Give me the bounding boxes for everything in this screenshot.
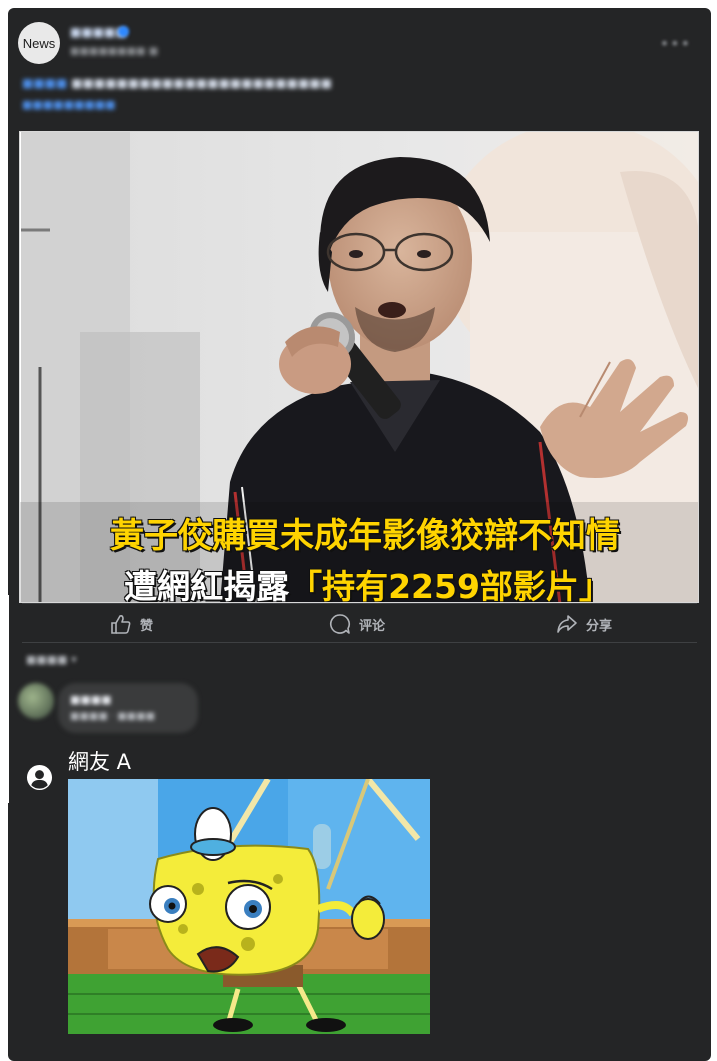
user-avatar-icon <box>26 764 53 791</box>
like-label: 赞 <box>140 618 154 634</box>
more-options-icon[interactable]: ••• <box>660 34 691 53</box>
post-timestamp[interactable]: ■■■■■■■■ ■ <box>70 46 158 57</box>
mocking-cartoon-illustration <box>68 779 430 1034</box>
meme-image[interactable] <box>68 779 430 1034</box>
share-arrow-icon <box>557 615 577 633</box>
post-header: News ■■■■■ ■■■■■■■■ ■ ••• ■■■■ ■■■■■■■■■… <box>8 8 711 128</box>
verified-badge-icon <box>118 26 129 37</box>
comment-label: 评论 <box>359 618 386 634</box>
comments-sort-dropdown[interactable]: ■■■■ ▾ <box>26 653 77 666</box>
headline-line-1: 黃子佼購買未成年影像狡辯不知情 <box>110 516 620 556</box>
share-button[interactable]: 分享 <box>556 612 612 636</box>
post-card: News ■■■■■ ■■■■■■■■ ■ ••• ■■■■ ■■■■■■■■■… <box>8 8 711 1061</box>
divider-top <box>22 603 697 604</box>
edge-patch-left <box>0 595 9 803</box>
divider-bottom <box>22 642 697 643</box>
headline-line-2-white: 遭網紅揭露 <box>124 567 290 603</box>
blurred-comment-author[interactable]: ■■■■ <box>70 693 112 706</box>
caption-link[interactable]: ■■■■■■■■■ <box>22 98 116 111</box>
page-avatar[interactable]: News <box>18 22 60 64</box>
news-photo[interactable]: 黃子佼購買未成年影像狡辯不知情 遭網紅揭露「持有2259部影片」 <box>19 131 699 603</box>
share-label: 分享 <box>586 618 613 634</box>
blurred-comment-text: ■■■■ · ■■■■ <box>70 711 156 722</box>
headline-line-2: 遭網紅揭露「持有2259部影片」 <box>20 560 698 603</box>
post-caption: ■■■■ ■■■■■■■■■■■■■■■■■■■■■■■ <box>22 76 332 90</box>
blurred-comment: ■■■■ ■■■■ · ■■■■ <box>58 683 198 733</box>
thumbs-up-icon <box>111 615 131 634</box>
comment-button[interactable]: 评论 <box>329 612 385 636</box>
headline-line-2-yellow: 「持有2259部影片」 <box>289 567 612 603</box>
edge-patch-right <box>711 595 717 803</box>
caption-text: ■■■■■■■■■■■■■■■■■■■■■■■ <box>71 76 332 90</box>
comment-author-name: 網友 A <box>68 750 132 774</box>
commenter-avatar[interactable] <box>18 683 54 719</box>
screenshot-page: News ■■■■■ ■■■■■■■■ ■ ••• ■■■■ ■■■■■■■■■… <box>0 0 717 1061</box>
comment-bubble-icon <box>329 614 351 634</box>
caption-hashtag[interactable]: ■■■■ <box>22 76 67 90</box>
like-button[interactable]: 赞 <box>110 612 153 636</box>
